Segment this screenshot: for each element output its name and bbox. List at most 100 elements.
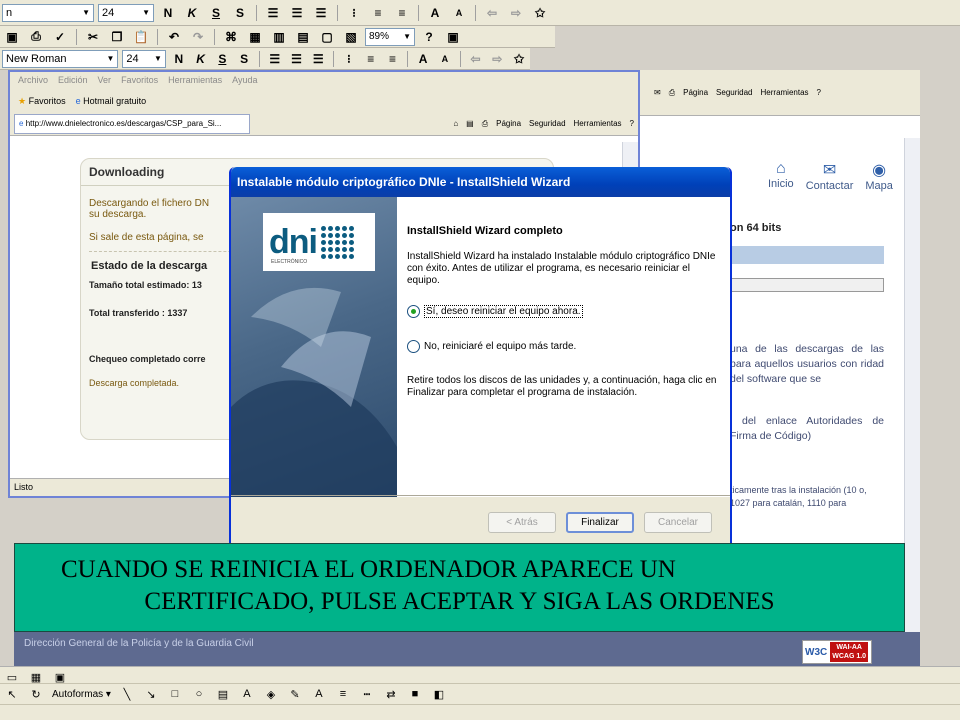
paste-icon[interactable]: 📋 — [131, 28, 151, 46]
slideshow-icon[interactable]: ▣ — [443, 28, 463, 46]
decrease-spacing-icon[interactable]: ≡ — [384, 50, 402, 68]
scrollbar-right[interactable] — [904, 138, 920, 666]
zoom-combo[interactable]: 89% ▼ — [365, 27, 415, 46]
radio-restart-later[interactable]: No, reiniciaré el equipo más tarde. — [407, 340, 718, 353]
sorter-view-icon[interactable]: ▦ — [28, 669, 44, 685]
grow-font-icon[interactable]: A — [425, 4, 445, 22]
save-icon[interactable]: ▣ — [2, 28, 22, 46]
font-name-combo[interactable]: n ▼ — [2, 3, 94, 22]
redo-icon[interactable]: ↷ — [188, 28, 208, 46]
decrease-spacing-icon[interactable]: ≡ — [392, 4, 412, 22]
nav-contact[interactable]: ✉ Contactar — [806, 160, 854, 192]
bullets-icon[interactable]: ⁝ — [340, 50, 358, 68]
fill-color-icon[interactable]: ◈ — [263, 686, 279, 702]
hyperlink-icon[interactable]: ⌘ — [221, 28, 241, 46]
favorites-button[interactable]: ★ Favoritos — [18, 96, 66, 107]
bold-button-2[interactable]: N — [170, 50, 188, 68]
security-menu[interactable]: Seguridad — [716, 88, 752, 97]
italic-button[interactable]: K — [182, 4, 202, 22]
menu-ver[interactable]: Ver — [98, 75, 112, 87]
align-center-icon[interactable]: ☰ — [288, 50, 306, 68]
menu-favoritos[interactable]: Favoritos — [121, 75, 158, 87]
animation-icon[interactable]: ✩ — [530, 4, 550, 22]
picture-icon[interactable]: ▤ — [293, 28, 313, 46]
page-menu[interactable]: Página — [496, 119, 521, 129]
tools-menu[interactable]: Herramientas — [574, 119, 622, 129]
bold-button[interactable]: N — [158, 4, 178, 22]
nav-map[interactable]: ◉ Mapa — [865, 160, 893, 192]
security-menu[interactable]: Seguridad — [529, 119, 565, 129]
browser-tab[interactable]: e http://www.dnielectronico.es/descargas… — [14, 113, 250, 134]
menu-edicion[interactable]: Edición — [58, 75, 88, 87]
promote-icon[interactable]: ⇦ — [482, 4, 502, 22]
print-icon[interactable]: ⎙ — [26, 28, 46, 46]
rotate-icon[interactable]: ↻ — [28, 686, 44, 702]
home-icon[interactable]: ⌂ — [453, 119, 458, 129]
font-name-combo-2[interactable]: New Roman ▼ — [2, 49, 119, 68]
align-left-icon[interactable]: ☰ — [266, 50, 284, 68]
copy-icon[interactable]: ❐ — [107, 28, 127, 46]
align-right-icon[interactable]: ☰ — [311, 4, 331, 22]
layout-icon[interactable]: ▧ — [341, 28, 361, 46]
tools-menu[interactable]: Herramientas — [761, 88, 809, 97]
align-center-icon[interactable]: ☰ — [287, 4, 307, 22]
finish-button[interactable]: Finalizar — [566, 511, 634, 533]
shadow-button-2[interactable]: S — [235, 50, 253, 68]
nav-home[interactable]: ⌂ Inicio — [768, 160, 794, 192]
oval-icon[interactable]: ○ — [191, 686, 207, 702]
select-arrow-icon[interactable]: ↖ — [4, 686, 20, 702]
help-icon[interactable]: ? — [419, 28, 439, 46]
spelling-icon[interactable]: ✓ — [50, 28, 70, 46]
arrow-style-icon[interactable]: ⇄ — [383, 686, 399, 702]
line-icon[interactable]: ╲ — [119, 686, 135, 702]
animation-icon[interactable]: ✩ — [510, 50, 528, 68]
print-icon[interactable]: ⎙ — [482, 119, 488, 129]
print-icon[interactable]: ⎙ — [669, 88, 675, 98]
wai-badge[interactable]: W3C WAI-AA WCAG 1.0 — [802, 640, 872, 664]
increase-spacing-icon[interactable]: ≡ — [362, 50, 380, 68]
demote-icon[interactable]: ⇨ — [506, 4, 526, 22]
slideshow-view-icon[interactable]: ▣ — [52, 669, 68, 685]
align-right-icon[interactable]: ☰ — [309, 50, 327, 68]
3d-icon[interactable]: ◧ — [431, 686, 447, 702]
textbox-icon[interactable]: ▤ — [215, 686, 231, 702]
table-icon[interactable]: ▦ — [245, 28, 265, 46]
feeds-icon[interactable]: ▤ — [466, 119, 474, 129]
hotmail-link[interactable]: e Hotmail gratuito — [76, 96, 147, 106]
underline-button-2[interactable]: S — [213, 50, 231, 68]
help-icon[interactable]: ? — [630, 119, 634, 129]
arrow-icon[interactable]: ↘ — [143, 686, 159, 702]
page-menu[interactable]: Página — [683, 88, 708, 97]
normal-view-icon[interactable]: ▭ — [4, 669, 20, 685]
bullets-icon[interactable]: ⁝ — [344, 4, 364, 22]
chart-icon[interactable]: ▥ — [269, 28, 289, 46]
menu-archivo[interactable]: Archivo — [18, 75, 48, 87]
radio-restart-now[interactable]: Sí, deseo reiniciar el equipo ahora. — [407, 305, 718, 318]
help-icon[interactable]: ? — [817, 88, 821, 97]
demote-icon[interactable]: ⇨ — [488, 50, 506, 68]
wordart-icon[interactable]: A — [239, 686, 255, 702]
menu-herramientas[interactable]: Herramientas — [168, 75, 222, 87]
undo-icon[interactable]: ↶ — [164, 28, 184, 46]
grow-font-icon[interactable]: A — [414, 50, 432, 68]
underline-button[interactable]: S — [206, 4, 226, 22]
font-size-combo-2[interactable]: 24 ▼ — [122, 49, 166, 68]
align-left-icon[interactable]: ☰ — [263, 4, 283, 22]
line-style-icon[interactable]: ≡ — [335, 686, 351, 702]
shrink-font-icon[interactable]: A — [436, 50, 454, 68]
increase-spacing-icon[interactable]: ≡ — [368, 4, 388, 22]
font-size-combo[interactable]: 24 ▼ — [98, 3, 154, 22]
cancel-button[interactable]: Cancelar — [644, 511, 712, 533]
promote-icon[interactable]: ⇦ — [467, 50, 485, 68]
shadow-icon[interactable]: ■ — [407, 686, 423, 702]
italic-button-2[interactable]: K — [192, 50, 210, 68]
autoshapes-menu[interactable]: Autoformas ▾ — [52, 689, 111, 700]
back-button[interactable]: < Atrás — [488, 511, 556, 533]
font-color-icon[interactable]: A — [311, 686, 327, 702]
line-color-icon[interactable]: ✎ — [287, 686, 303, 702]
shrink-font-icon[interactable]: A — [449, 4, 469, 22]
newslide-icon[interactable]: ▢ — [317, 28, 337, 46]
cut-icon[interactable]: ✂ — [83, 28, 103, 46]
menu-ayuda[interactable]: Ayuda — [232, 75, 257, 87]
mail-icon[interactable]: ✉ — [654, 88, 661, 97]
